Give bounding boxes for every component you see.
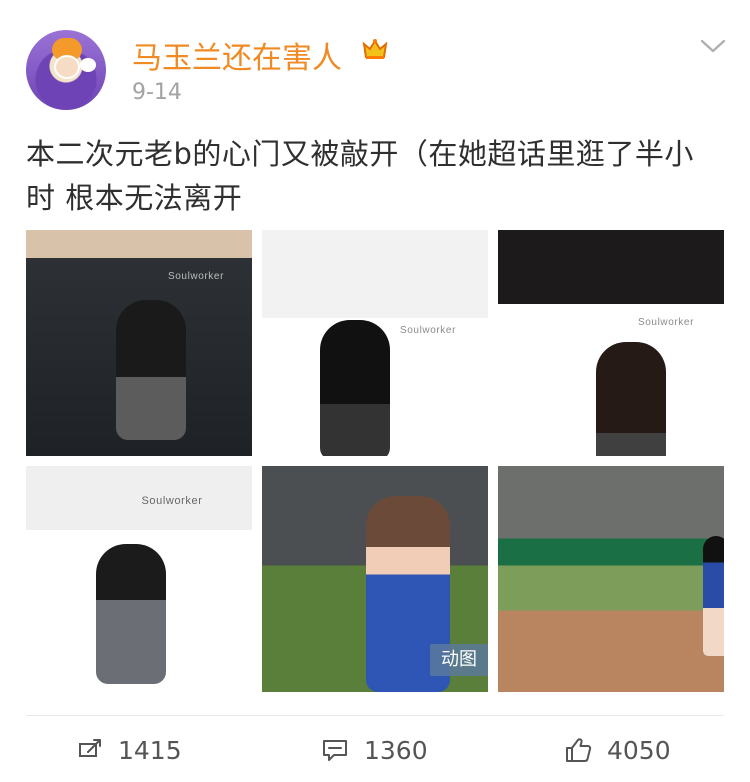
avatar[interactable] xyxy=(26,30,106,110)
author-name[interactable]: 马玉兰还在害人 xyxy=(132,33,342,77)
footer-divider xyxy=(26,715,724,716)
image-4[interactable]: Soulworker xyxy=(26,466,252,692)
brand-logo: Soulworker xyxy=(167,271,225,282)
post-text: 本二次元老b的心门又被敲开（在她超话里逛了半小时 根本无法离开 xyxy=(26,137,694,215)
image-3[interactable]: Soulworker xyxy=(498,230,724,456)
gif-badge: 动图 xyxy=(430,644,488,676)
image-1[interactable]: Soulworker xyxy=(26,230,252,456)
brand-logo: Soulworker xyxy=(637,317,695,328)
comment-button[interactable]: 1360 xyxy=(320,732,428,768)
cosplay-figure xyxy=(320,320,390,456)
comment-count: 1360 xyxy=(364,735,428,765)
image-grid: Soulworker Soulworker Soulworker Soulwor… xyxy=(26,230,724,692)
cheerleader-figure xyxy=(703,536,724,656)
comment-icon xyxy=(323,740,347,761)
cosplay-figure xyxy=(596,342,666,456)
crown-icon xyxy=(362,39,388,59)
post-time: 9-14 xyxy=(132,80,182,105)
cosplay-figure xyxy=(96,544,166,684)
cosplay-figure xyxy=(116,300,186,440)
chevron-down-icon[interactable] xyxy=(700,38,726,54)
brand-logo: Soulworker xyxy=(399,325,457,336)
image-2[interactable]: Soulworker xyxy=(262,230,488,456)
post-header: 马玉兰还在害人 9-14 xyxy=(0,0,750,120)
repost-count: 1415 xyxy=(118,735,182,765)
image-6[interactable] xyxy=(498,466,724,692)
repost-button[interactable]: 1415 xyxy=(76,732,182,768)
avatar-face xyxy=(54,55,80,79)
like-count: 4050 xyxy=(607,735,671,765)
brand-logo: Soulworker xyxy=(141,495,203,507)
avatar-bubble xyxy=(80,58,96,72)
like-button[interactable]: 4050 xyxy=(563,732,671,768)
thumbs-up-icon xyxy=(566,738,592,762)
repost-icon xyxy=(79,739,101,757)
